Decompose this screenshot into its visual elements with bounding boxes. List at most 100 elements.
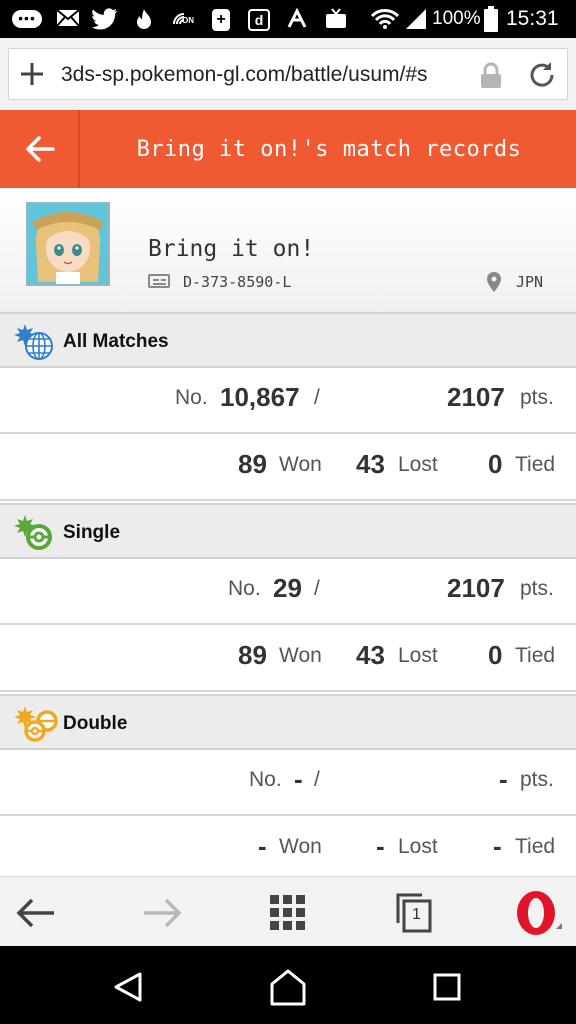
system-back-button[interactable]	[110, 970, 146, 1004]
rank-label: No.	[175, 386, 208, 409]
nfc-on-icon: ON	[170, 8, 196, 30]
lost-value: 43	[356, 449, 385, 479]
slash-separator: /	[314, 577, 320, 600]
slash-separator: /	[314, 768, 320, 791]
section-double: Double	[0, 694, 576, 750]
tied-label: Tied	[515, 644, 556, 667]
tied-value: -	[493, 831, 502, 861]
url-text[interactable]: 3ds-sp.pokemon-gl.com/battle/usum/#s	[61, 61, 475, 89]
won-value: -	[258, 831, 267, 861]
lost-label: Lost	[398, 835, 438, 858]
battery-icon	[484, 6, 498, 32]
battery-percent: 100%	[432, 8, 481, 29]
won-label: Won	[279, 835, 322, 858]
rank-label: No.	[249, 768, 282, 791]
system-nav-bar	[0, 946, 576, 1024]
mail-icon	[56, 8, 80, 30]
record-row: - Won - Lost - Tied	[0, 817, 576, 883]
tied-value: 0	[488, 640, 503, 670]
rank-label: No.	[228, 577, 261, 600]
record-row: 89 Won 43 Lost 0 Tied	[0, 435, 576, 501]
won-label: Won	[279, 644, 322, 667]
arrow-left-icon	[26, 136, 55, 162]
twitter-icon	[92, 8, 118, 30]
lost-label: Lost	[398, 644, 438, 667]
won-value: 89	[238, 640, 267, 670]
tv-icon	[324, 8, 348, 30]
recents-square-icon	[433, 973, 461, 1001]
browser-back-button[interactable]	[14, 895, 58, 931]
tabs-button[interactable]: 1	[394, 891, 434, 933]
rank-value: 29	[273, 573, 302, 603]
lost-label: Lost	[398, 453, 438, 476]
points-value: 2107	[447, 573, 505, 603]
rank-row: No. 29 / 2107 pts.	[0, 559, 576, 625]
player-id: D-373-8590-L	[183, 273, 292, 291]
opera-menu-button[interactable]	[512, 889, 564, 937]
points-label: pts.	[520, 768, 554, 791]
system-recents-button[interactable]	[432, 972, 462, 1002]
tied-label: Tied	[515, 835, 556, 858]
section-title: All Matches	[63, 331, 169, 352]
rank-value: -	[294, 764, 303, 794]
id-card-icon	[148, 274, 170, 288]
profile-card: Bring it on! D-373-8590-L JPN	[0, 188, 576, 312]
double-battle-icon	[14, 706, 58, 742]
avatar[interactable]	[26, 202, 110, 286]
d-box-label: d	[254, 12, 264, 28]
address-bar[interactable]: 3ds-sp.pokemon-gl.com/battle/usum/#s	[8, 48, 568, 100]
points-label: pts.	[520, 577, 554, 600]
chat-icon: •••	[12, 10, 42, 28]
plus-box-icon: +	[212, 9, 230, 31]
reload-icon[interactable]	[527, 60, 557, 90]
points-value: 2107	[447, 382, 505, 412]
arrow-right-icon	[144, 898, 182, 928]
points-value: -	[499, 764, 508, 794]
points-label: pts.	[520, 386, 554, 409]
rank-row: No. 10,867 / 2107 pts.	[0, 368, 576, 434]
lock-icon	[479, 61, 503, 89]
tied-label: Tied	[515, 453, 556, 476]
slash-separator: /	[314, 386, 320, 409]
rank-value: 10,867	[220, 382, 300, 412]
section-title: Single	[63, 522, 121, 543]
status-bar: ••• ON + d 100% 15:31	[0, 0, 576, 38]
signal-app-icon	[286, 7, 308, 30]
cell-signal-icon	[404, 8, 428, 30]
lost-value: 43	[356, 640, 385, 670]
d-box-icon: d	[248, 9, 270, 31]
triangle-back-icon	[114, 972, 142, 1002]
back-button[interactable]	[0, 110, 80, 188]
opera-logo-icon	[517, 891, 562, 935]
globe-burst-icon	[14, 324, 53, 360]
page-header: Bring it on!'s match records	[0, 110, 576, 188]
tab-count: 1	[412, 906, 421, 923]
home-icon	[270, 969, 306, 1006]
single-battle-icon	[14, 515, 52, 550]
section-all-matches: All Matches	[0, 312, 576, 368]
won-value: 89	[238, 449, 267, 479]
page-title: Bring it on!'s match records	[136, 137, 522, 162]
plus-box-label: +	[216, 11, 226, 28]
player-country: JPN	[516, 273, 544, 291]
section-single: Single	[0, 503, 576, 559]
won-label: Won	[279, 453, 322, 476]
tied-value: 0	[488, 449, 503, 479]
rank-row: No. - / - pts.	[0, 750, 576, 816]
nfc-on-label: ON	[182, 16, 194, 25]
location-pin-icon	[487, 272, 501, 292]
browser-bottom-nav: 1	[0, 876, 576, 947]
browser-forward-button[interactable]	[140, 895, 184, 931]
arrow-left-icon	[16, 898, 54, 928]
fire-icon	[133, 8, 155, 30]
system-home-button[interactable]	[268, 968, 308, 1006]
record-row: 89 Won 43 Lost 0 Tied	[0, 626, 576, 692]
player-name: Bring it on!	[148, 236, 315, 262]
section-title: Double	[63, 713, 128, 734]
browser-toolbar: 3ds-sp.pokemon-gl.com/battle/usum/#s	[0, 38, 576, 110]
speed-dial-button[interactable]	[268, 893, 308, 933]
new-tab-plus-icon[interactable]	[19, 61, 45, 87]
lost-value: -	[376, 831, 385, 861]
clock: 15:31	[506, 7, 559, 30]
grid-icon	[270, 895, 305, 930]
